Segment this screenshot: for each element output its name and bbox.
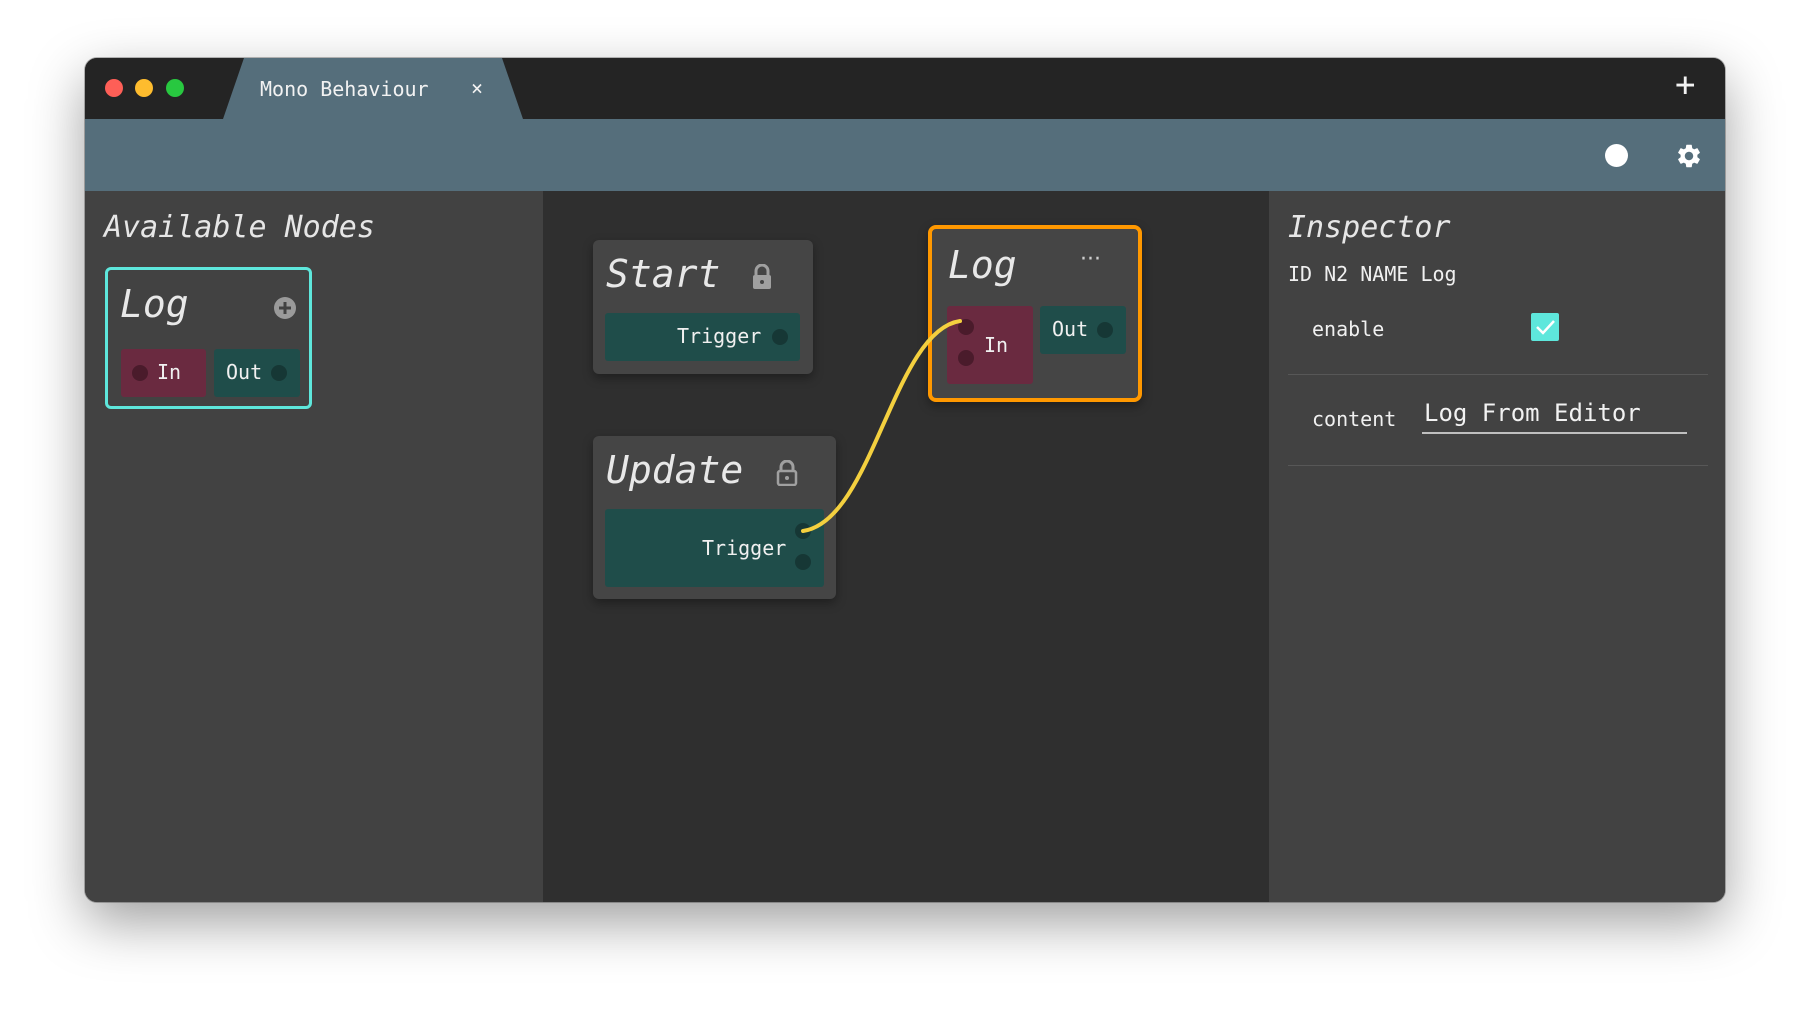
trigger-label: Trigger	[677, 324, 762, 348]
start-trigger-port: Trigger	[605, 313, 800, 361]
in-port-dot	[132, 365, 148, 381]
check-icon	[1536, 320, 1555, 335]
content-label: content	[1312, 407, 1397, 431]
tab-label: Mono Behaviour	[260, 77, 429, 101]
graph-node-log-selected[interactable]: Log ··· In Out	[928, 225, 1142, 402]
log-in-port: In	[947, 306, 1033, 384]
available-nodes-title: Available Nodes	[104, 210, 375, 245]
enable-label: enable	[1312, 317, 1385, 341]
node-title: Log	[948, 243, 1017, 287]
out-port-dot	[271, 365, 287, 381]
field-divider	[1288, 465, 1708, 466]
add-circle-icon[interactable]	[273, 296, 297, 320]
graph-node-update[interactable]: Update Trigger	[593, 436, 836, 599]
out-port-label: Out	[226, 360, 263, 384]
trigger-label: Trigger	[702, 536, 787, 560]
lock-open-icon[interactable]	[776, 460, 798, 486]
palette-node-title: Log	[120, 282, 189, 326]
node-title: Update	[606, 448, 744, 492]
inspector-title: Inspector	[1288, 210, 1451, 245]
palette-out-port: Out	[214, 349, 300, 397]
palette-node-log[interactable]: Log In Out	[105, 267, 312, 409]
title-bar: Mono Behaviour × +	[85, 58, 1725, 119]
available-nodes-panel: Available Nodes Log In Out	[85, 191, 543, 902]
lock-closed-icon[interactable]	[751, 264, 773, 290]
trigger-port-dot[interactable]	[772, 329, 788, 345]
in-port-label: In	[984, 333, 1009, 357]
gear-icon[interactable]	[1675, 142, 1703, 170]
toolbar	[85, 119, 1725, 191]
enable-checkbox[interactable]	[1531, 313, 1559, 341]
graph-node-start[interactable]: Start Trigger	[593, 240, 813, 374]
more-menu-icon[interactable]: ···	[1080, 247, 1101, 272]
record-circle-icon[interactable]	[1605, 144, 1628, 167]
log-out-port: Out	[1040, 306, 1126, 354]
in-port-dot-secondary[interactable]	[958, 350, 974, 366]
trigger-port-dot[interactable]	[795, 523, 811, 539]
node-meta: ID N2 NAME Log	[1288, 262, 1457, 286]
graph-canvas[interactable]: Start Trigger Update Trigger Log ··· In …	[543, 191, 1269, 902]
out-port-dot[interactable]	[1097, 322, 1113, 338]
palette-in-port: In	[121, 349, 206, 397]
update-trigger-port: Trigger	[605, 509, 824, 587]
new-tab-plus-icon[interactable]: +	[1675, 68, 1695, 102]
window-close-button[interactable]	[105, 79, 123, 97]
content-input[interactable]	[1422, 394, 1687, 434]
trigger-port-dot-secondary[interactable]	[795, 554, 811, 570]
out-port-label: Out	[1052, 317, 1089, 341]
window-minimize-button[interactable]	[135, 79, 153, 97]
in-port-label: In	[157, 360, 182, 384]
in-port-dot[interactable]	[958, 319, 974, 335]
editor-window: Mono Behaviour × + Available Nodes Log I…	[85, 58, 1725, 902]
window-maximize-button[interactable]	[166, 79, 184, 97]
inspector-panel: Inspector ID N2 NAME Log enable content	[1269, 191, 1725, 902]
node-title: Start	[606, 252, 721, 296]
tab-mono-behaviour[interactable]: Mono Behaviour ×	[223, 58, 523, 119]
tab-close-icon[interactable]: ×	[471, 76, 483, 100]
field-divider	[1288, 374, 1708, 375]
